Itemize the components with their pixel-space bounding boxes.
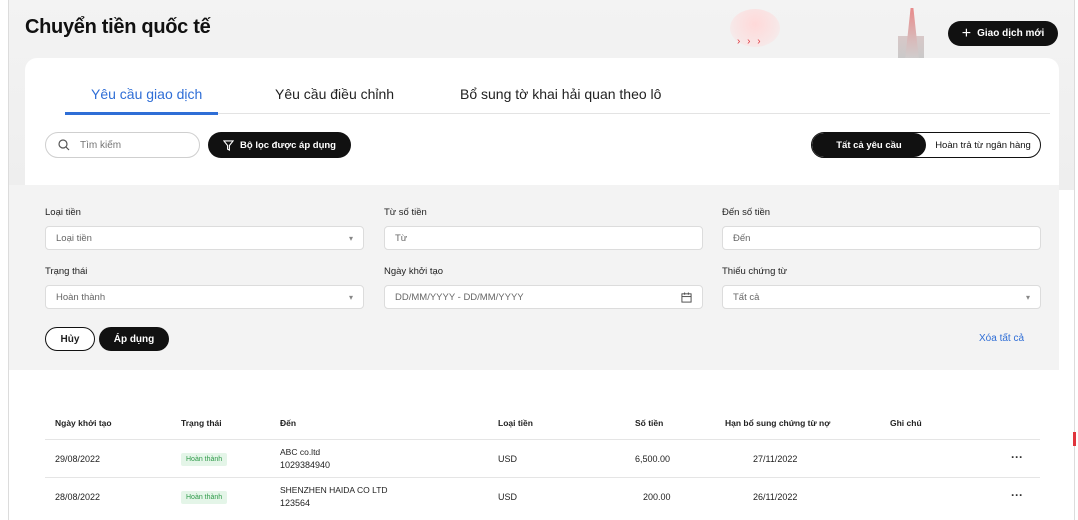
currency-value: Loại tiền — [56, 232, 92, 244]
new-transaction-button[interactable]: + Giao dịch mới — [948, 21, 1058, 46]
from-amount-label: Từ số tiền — [384, 207, 427, 218]
status-badge: Hoàn thành — [181, 453, 228, 466]
calendar-icon[interactable] — [681, 291, 692, 303]
tab-transaction-requests[interactable]: Yêu cầu giao dịch — [91, 86, 202, 102]
column-header-status: Trạng thái — [181, 418, 222, 428]
row-currency: USD — [498, 454, 518, 464]
request-type-segment: Tất cả yêu cầu Hoàn trả từ ngân hàng — [811, 132, 1041, 158]
new-transaction-label: Giao dịch mới — [977, 28, 1045, 39]
row-amount: 200.00 — [643, 492, 671, 502]
plus-icon: + — [961, 24, 972, 42]
missing-docs-value: Tất cả — [733, 291, 760, 303]
row-recipient-account: 1029384940 — [280, 460, 331, 470]
row-deadline: 26/11/2022 — [753, 492, 798, 502]
row-date: 28/08/2022 — [55, 492, 101, 502]
tab-bar: Yêu cầu giao dịch Yêu cầu điều chỉnh Bổ … — [65, 86, 1050, 114]
column-header-to: Đến — [280, 418, 297, 428]
date-label: Ngày khởi tạo — [384, 266, 444, 277]
missing-docs-select[interactable]: Tất cả ▾ — [722, 285, 1041, 309]
segment-bank-refund[interactable]: Hoàn trả từ ngân hàng — [926, 133, 1040, 157]
row-amount: 6,500.00 — [635, 454, 671, 464]
column-header-note: Ghi chú — [890, 418, 922, 428]
status-badge: Hoàn thành — [181, 491, 228, 504]
more-options-icon[interactable]: ··· — [1011, 450, 1023, 464]
search-icon — [58, 139, 70, 151]
filter-panel: Loại tiền Loại tiền ▾ Từ số tiền Từ Đến … — [9, 185, 1059, 370]
to-amount-field[interactable]: Đến — [722, 226, 1041, 250]
status-value: Hoàn thành — [56, 291, 106, 303]
column-header-date: Ngày khởi tạo — [55, 418, 112, 428]
status-select[interactable]: Hoàn thành ▾ — [45, 285, 364, 309]
row-currency: USD — [498, 492, 518, 502]
search-box[interactable] — [45, 132, 200, 158]
row-date: 29/08/2022 — [55, 454, 101, 464]
column-header-amount: Số tiền — [635, 418, 664, 428]
table-row[interactable]: 28/08/2022 Hoàn thành SHENZHEN HAIDA CO … — [45, 477, 1040, 515]
segment-all-requests[interactable]: Tất cả yêu cầu — [812, 133, 926, 157]
page-title: Chuyển tiền quốc tế — [25, 16, 211, 38]
filter-label: Bộ lọc được áp dụng — [240, 139, 336, 151]
apply-button[interactable]: Áp dụng — [99, 327, 169, 351]
tab-adjustment-requests[interactable]: Yêu cầu điều chỉnh — [275, 86, 394, 102]
chevron-down-icon: ▾ — [348, 292, 353, 302]
chevron-down-icon: ▾ — [1025, 292, 1030, 302]
chevron-down-icon: ▾ — [348, 233, 353, 243]
edge-marker — [1073, 432, 1076, 446]
table-header: Ngày khởi tạo Trạng thái Đến Loại tiền S… — [45, 418, 1040, 438]
from-amount-placeholder: Từ — [395, 232, 408, 244]
clear-all-link[interactable]: Xóa tất cả — [979, 333, 1024, 344]
cancel-button[interactable]: Hủy — [45, 327, 95, 351]
currency-label: Loại tiền — [45, 207, 81, 218]
date-placeholder: DD/MM/YYYY - DD/MM/YYYY — [395, 291, 524, 303]
from-amount-field[interactable]: Từ — [384, 226, 703, 250]
to-amount-placeholder: Đến — [733, 232, 751, 244]
row-recipient-account: 123564 — [280, 498, 311, 508]
date-range-field[interactable]: DD/MM/YYYY - DD/MM/YYYY — [384, 285, 703, 309]
filter-icon — [223, 139, 235, 151]
to-amount-label: Đến số tiền — [722, 207, 771, 218]
more-options-icon[interactable]: ··· — [1011, 488, 1023, 502]
currency-select[interactable]: Loại tiền ▾ — [45, 226, 364, 250]
tab-customs-declaration[interactable]: Bổ sung tờ khai hải quan theo lô — [460, 86, 661, 102]
column-header-deadline: Hạn bổ sung chứng từ nợ — [725, 418, 831, 428]
search-input[interactable] — [80, 139, 190, 151]
applied-filter-button[interactable]: Bộ lọc được áp dụng — [208, 132, 351, 158]
status-label: Trạng thái — [45, 266, 88, 277]
missing-docs-label: Thiếu chứng từ — [722, 266, 788, 277]
column-header-currency: Loại tiền — [498, 418, 533, 428]
row-deadline: 27/11/2022 — [753, 454, 798, 464]
row-recipient-name: ABC co.ltd — [280, 447, 321, 457]
row-recipient-name: SHENZHEN HAIDA CO LTD — [280, 485, 388, 495]
table-row[interactable]: 29/08/2022 Hoàn thành ABC co.ltd 1029384… — [45, 439, 1040, 477]
decorative-arrows-icon: › › › — [737, 36, 763, 47]
active-tab-indicator — [65, 112, 218, 115]
